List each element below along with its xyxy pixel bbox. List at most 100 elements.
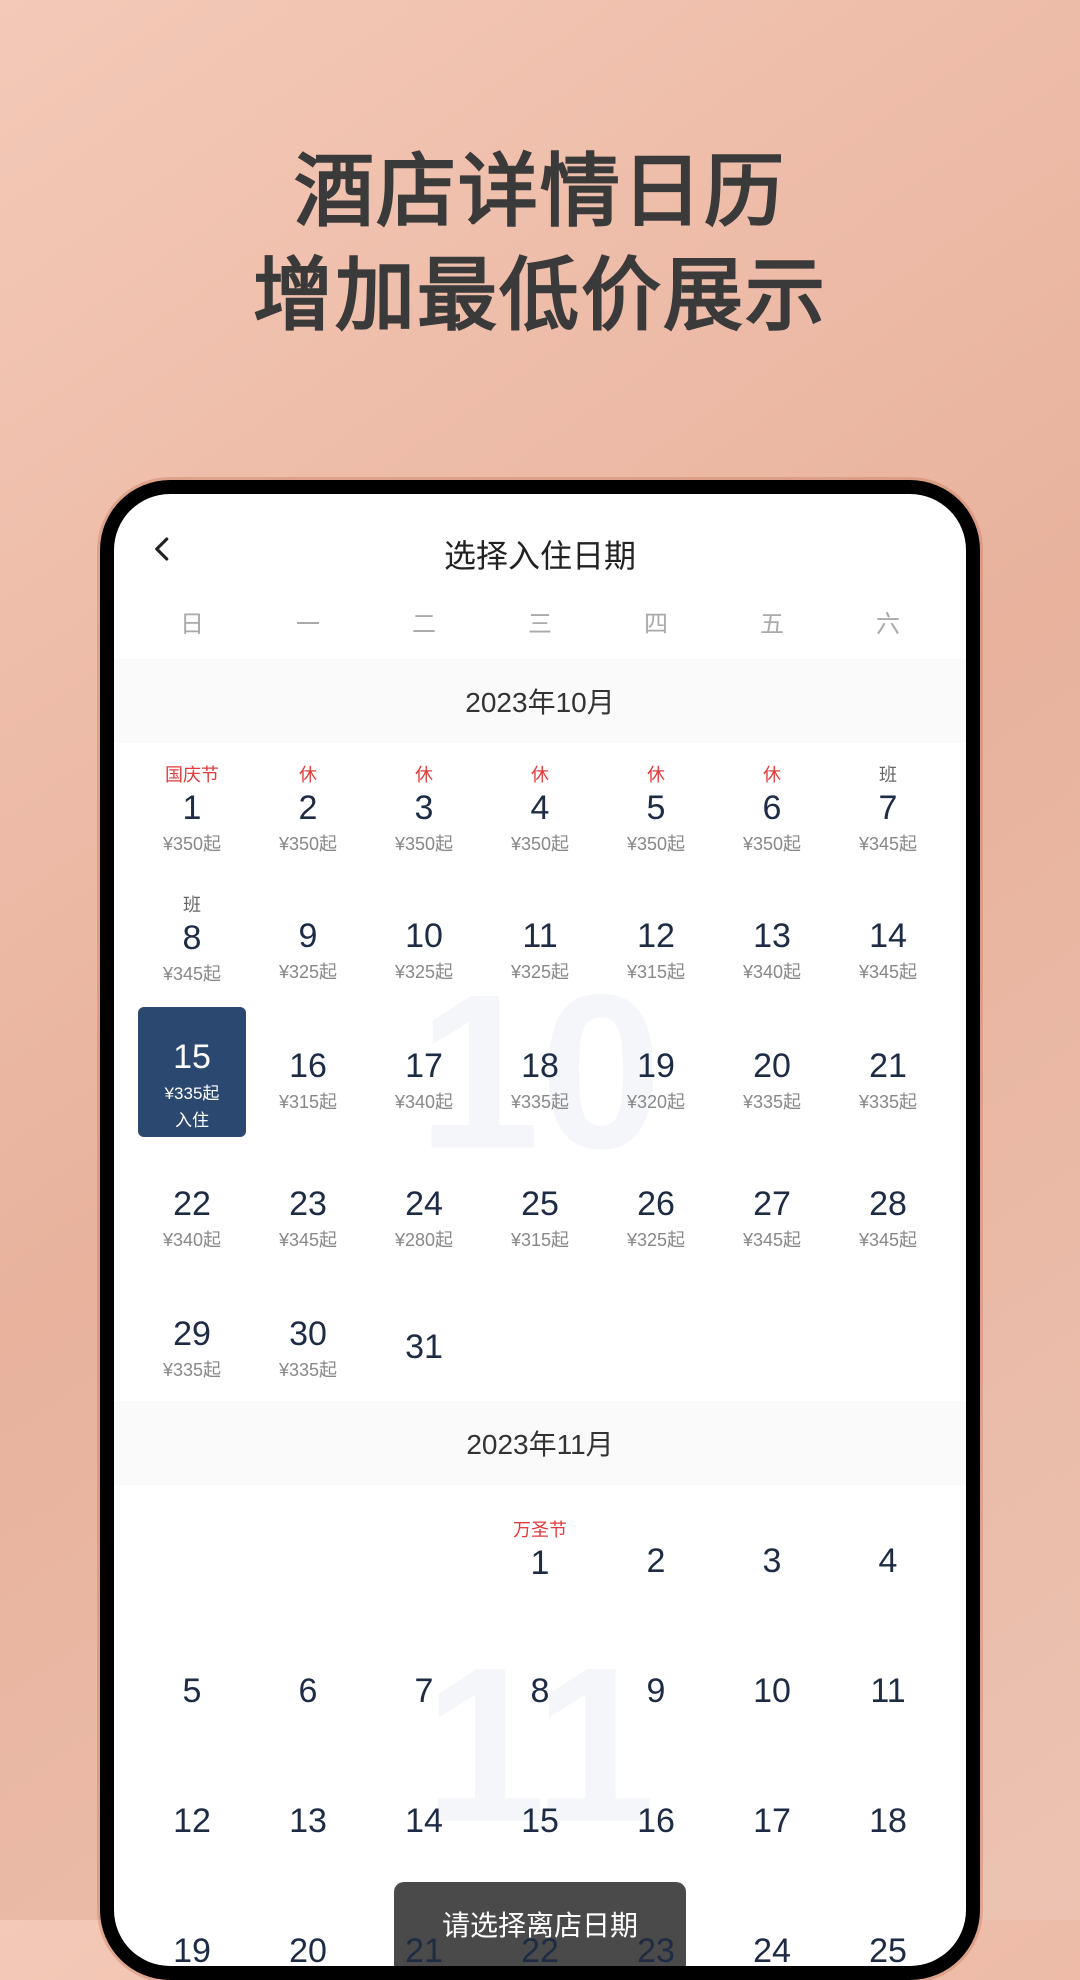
day-number: 23 (289, 1185, 327, 1224)
day-cell[interactable]: 2 (598, 1485, 714, 1615)
day-number: 15 (173, 1038, 211, 1077)
day-cell[interactable]: 26¥325起 (598, 1141, 714, 1271)
day-price: ¥345起 (859, 830, 917, 856)
day-cell[interactable]: 25¥315起 (482, 1141, 598, 1271)
day-cell[interactable]: 5 (134, 1615, 250, 1745)
day-number: 9 (299, 917, 318, 956)
day-cell[interactable]: 23¥345起 (250, 1141, 366, 1271)
day-number: 18 (521, 1047, 559, 1086)
day-price: ¥350起 (279, 830, 337, 856)
day-cell[interactable]: 13¥340起 (714, 873, 830, 1003)
day-cell[interactable]: 休3¥350起 (366, 743, 482, 873)
day-cell[interactable]: 28¥345起 (830, 1141, 946, 1271)
day-cell[interactable]: 23 (598, 1875, 714, 1966)
day-cell[interactable]: 25 (830, 1875, 946, 1966)
day-cell[interactable]: 8 (482, 1615, 598, 1745)
day-cell[interactable]: 17¥340起 (366, 1003, 482, 1133)
calendar-grid-oct: 10 国庆节1¥350起休2¥350起休3¥350起休4¥350起休5¥350起… (114, 743, 966, 1401)
day-cell[interactable]: 9¥325起 (250, 873, 366, 1003)
day-cell[interactable]: 16¥315起 (250, 1003, 366, 1133)
day-cell[interactable]: 6 (250, 1615, 366, 1745)
day-cell[interactable]: 国庆节1¥350起 (134, 743, 250, 873)
hero-title: 酒店详情日历 增加最低价展示 (0, 0, 1080, 348)
day-cell[interactable]: 21¥335起 (830, 1003, 946, 1133)
day-cell[interactable]: 18¥335起 (482, 1003, 598, 1133)
back-button[interactable] (148, 534, 178, 564)
day-cell[interactable]: 29¥335起 (134, 1271, 250, 1401)
day-cell[interactable]: 13 (250, 1745, 366, 1875)
day-price: ¥315起 (627, 958, 685, 984)
hero-line-2: 增加最低价展示 (0, 244, 1080, 348)
day-number: 10 (753, 1672, 791, 1711)
day-cell[interactable]: 18 (830, 1745, 946, 1875)
day-cell[interactable]: 班8¥345起 (134, 873, 250, 1003)
day-cell[interactable]: 休4¥350起 (482, 743, 598, 873)
day-cell[interactable]: 31 (366, 1271, 482, 1401)
weekday-label: 日 (134, 604, 250, 639)
day-cell[interactable]: 20¥335起 (714, 1003, 830, 1133)
empty-cell (366, 1485, 482, 1615)
day-cell[interactable]: 19 (134, 1875, 250, 1966)
day-cell[interactable]: 24¥280起 (366, 1141, 482, 1271)
day-cell[interactable]: 班7¥345起 (830, 743, 946, 873)
day-cell[interactable]: 22¥340起 (134, 1141, 250, 1271)
day-cell[interactable]: 22 (482, 1875, 598, 1966)
empty-cell (250, 1485, 366, 1615)
day-price: ¥345起 (743, 1226, 801, 1252)
day-price: ¥335起 (859, 1088, 917, 1114)
month-header-oct: 2023年10月 (114, 659, 966, 743)
day-number: 17 (405, 1047, 443, 1086)
day-number: 8 (531, 1672, 550, 1711)
day-cell[interactable]: 9 (598, 1615, 714, 1745)
day-cell[interactable]: 休2¥350起 (250, 743, 366, 873)
day-cell[interactable]: 17 (714, 1745, 830, 1875)
day-cell[interactable]: 万圣节1 (482, 1485, 598, 1615)
day-number: 9 (647, 1672, 666, 1711)
day-price: ¥345起 (859, 1226, 917, 1252)
day-number: 20 (753, 1047, 791, 1086)
day-cell[interactable]: 7 (366, 1615, 482, 1745)
day-cell[interactable]: 24 (714, 1875, 830, 1966)
weekday-label: 六 (830, 604, 946, 639)
day-cell[interactable]: 15¥335起入住 (138, 1007, 246, 1137)
day-number: 13 (753, 917, 791, 956)
day-cell[interactable]: 21 (366, 1875, 482, 1966)
day-cell[interactable]: 11 (830, 1615, 946, 1745)
day-cell[interactable]: 10¥325起 (366, 873, 482, 1003)
day-cell[interactable]: 14¥345起 (830, 873, 946, 1003)
day-cell[interactable]: 3 (714, 1485, 830, 1615)
day-price: ¥350起 (743, 830, 801, 856)
day-number: 4 (531, 789, 550, 828)
day-price: ¥335起 (511, 1088, 569, 1114)
day-number: 25 (869, 1932, 907, 1967)
day-price: ¥325起 (395, 958, 453, 984)
day-number: 28 (869, 1185, 907, 1224)
day-number: 19 (173, 1932, 211, 1967)
day-cell[interactable]: 休6¥350起 (714, 743, 830, 873)
day-number: 24 (405, 1185, 443, 1224)
day-cell[interactable]: 19¥320起 (598, 1003, 714, 1133)
day-number: 5 (183, 1672, 202, 1711)
day-cell[interactable]: 12 (134, 1745, 250, 1875)
day-number: 11 (522, 917, 557, 956)
day-cell[interactable]: 30¥335起 (250, 1271, 366, 1401)
day-number: 7 (415, 1672, 434, 1711)
day-number: 20 (289, 1932, 327, 1967)
day-cell[interactable]: 休5¥350起 (598, 743, 714, 873)
day-number: 27 (753, 1185, 791, 1224)
chevron-left-icon (148, 534, 178, 564)
day-cell[interactable]: 16 (598, 1745, 714, 1875)
day-cell[interactable]: 14 (366, 1745, 482, 1875)
day-cell[interactable]: 27¥345起 (714, 1141, 830, 1271)
day-cell[interactable]: 11¥325起 (482, 873, 598, 1003)
day-cell[interactable]: 4 (830, 1485, 946, 1615)
day-number: 2 (647, 1542, 666, 1581)
day-price: ¥340起 (163, 1226, 221, 1252)
day-cell[interactable]: 12¥315起 (598, 873, 714, 1003)
day-number: 25 (521, 1185, 559, 1224)
day-cell[interactable]: 15 (482, 1745, 598, 1875)
day-cell[interactable]: 10 (714, 1615, 830, 1745)
day-cell[interactable]: 20 (250, 1875, 366, 1966)
phone-screen: 选择入住日期 日一二三四五六 2023年10月 10 国庆节1¥350起休2¥3… (114, 494, 966, 1966)
day-price: ¥335起 (279, 1356, 337, 1382)
